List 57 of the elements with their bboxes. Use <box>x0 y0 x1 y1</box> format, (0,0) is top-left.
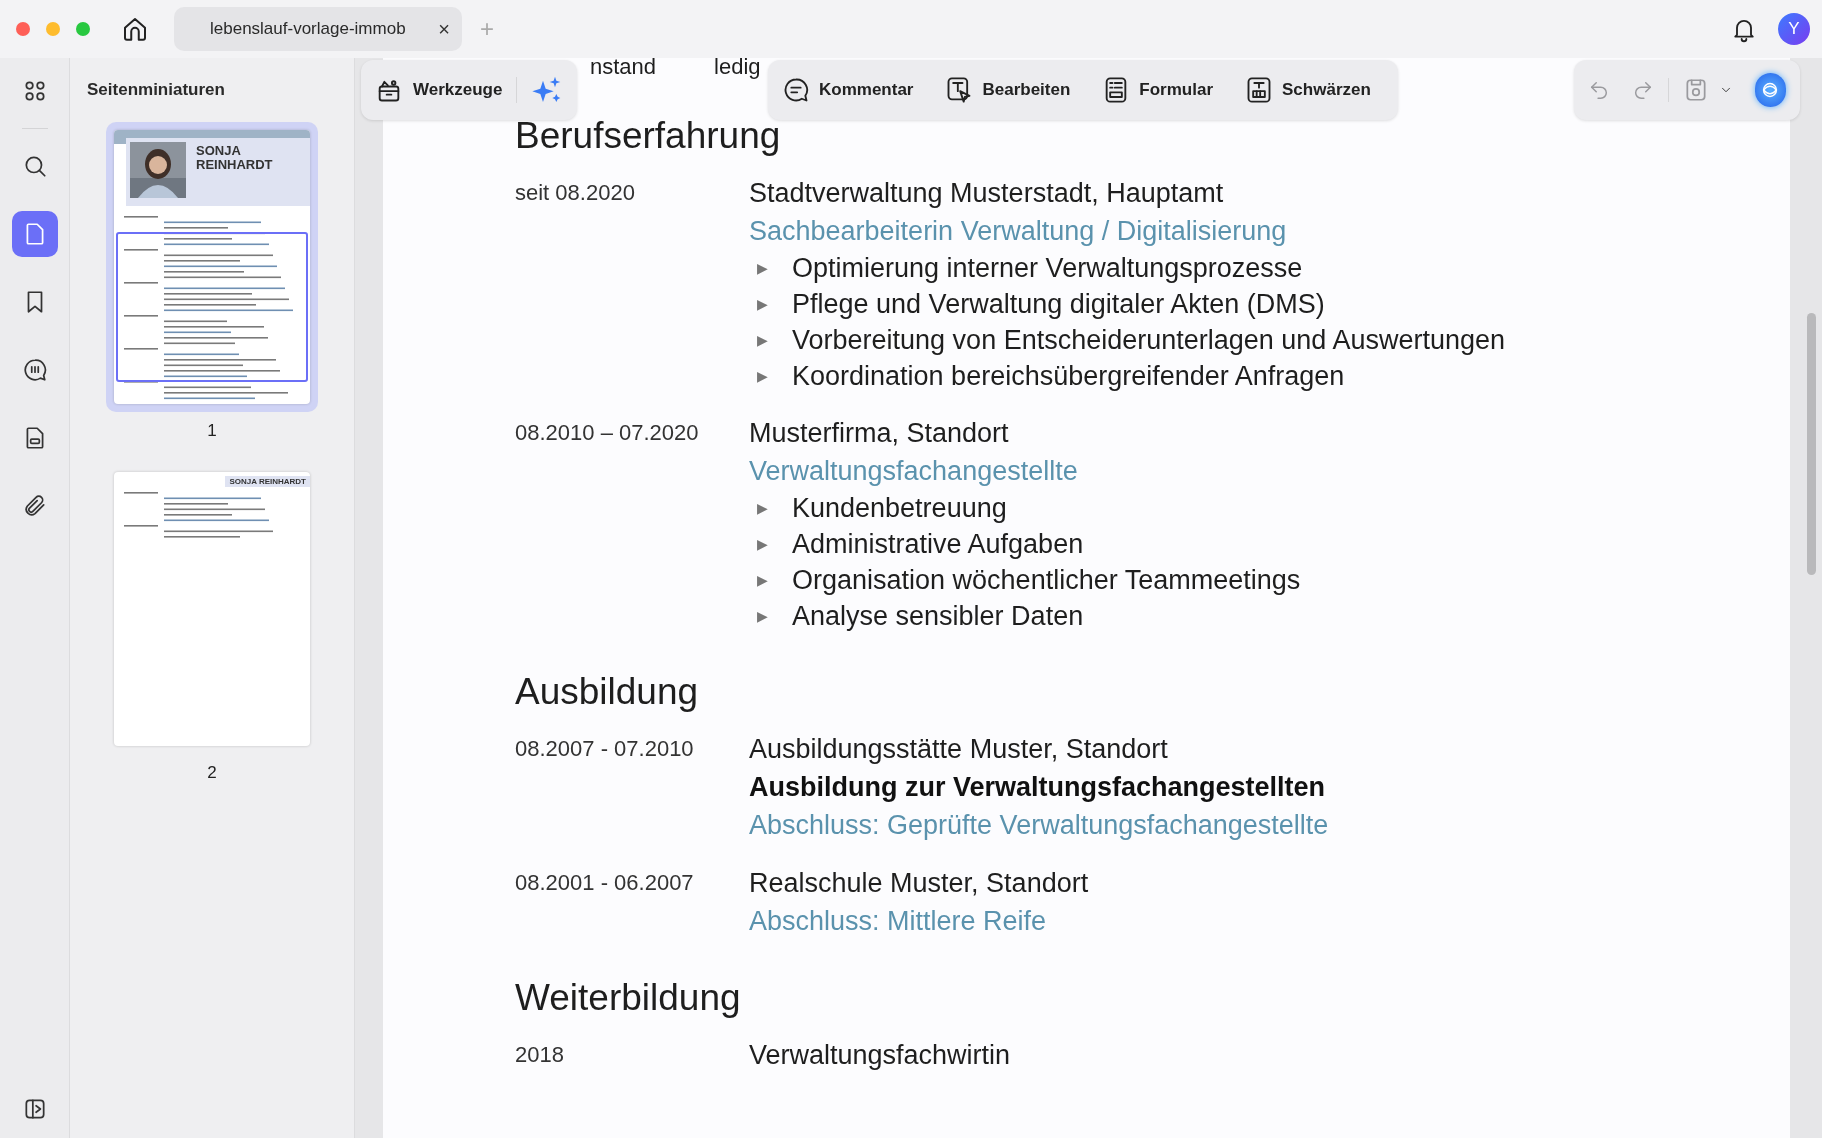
list-item: Optimierung interner Verwaltungsprozesse <box>792 251 1303 285</box>
job-title: Abschluss: Geprüfte Verwaltungsfachangestellte <box>749 809 1329 842</box>
list-item: Koordination bereichsübergreifender Anfragen <box>792 359 1345 393</box>
job-title: Sachbearbeiterin Verwaltung / Digitalisierung <box>749 215 1288 248</box>
field-value: ledig <box>714 58 761 81</box>
bullet-marker: ▶ <box>756 534 769 554</box>
section-heading: Ausbildung <box>515 670 700 714</box>
account-avatar[interactable]: Y <box>1778 13 1810 45</box>
thumbnail-heading: SONJA REINHARDT <box>196 144 274 174</box>
date-label: seit 08.2020 <box>515 180 635 205</box>
comment-icon[interactable] <box>21 357 48 383</box>
list-item: Analyse sensibler Daten <box>792 599 1084 633</box>
document-tab[interactable]: lebenslauf-vorlage-immob × <box>174 7 462 51</box>
comment-icon[interactable] <box>782 76 810 104</box>
viewport-frame[interactable] <box>116 232 308 382</box>
redact-button[interactable]: Schwärzen <box>1245 76 1371 104</box>
organization-name: Realschule Muster, Standort <box>749 867 1089 900</box>
close-button[interactable] <box>16 22 30 36</box>
bullet-marker: ▶ <box>756 366 769 386</box>
organization-name: Ausbildungsstätte Muster, Standort <box>749 733 1169 766</box>
organization-name: Stadtverwaltung Musterstadt, Hauptamt <box>749 177 1225 210</box>
date-label: 08.2007 - 07.2010 <box>515 736 694 761</box>
date-label: 2018 <box>515 1042 564 1067</box>
bullet-marker: ▶ <box>756 294 769 314</box>
edit-button[interactable]: Bearbeiten <box>945 76 1071 104</box>
list-item: Vorbereitung von Entscheiderunterlagen und Auswertungen <box>792 323 1505 357</box>
thumbnail-heading: SONJA REINHARDT <box>225 475 310 487</box>
bullet-marker: ▶ <box>756 570 769 590</box>
organization-name: Musterfirma, Standort <box>749 417 1010 450</box>
bullet-marker: ▶ <box>756 330 769 350</box>
list-item: Pflege und Verwaltung digitaler Akten (DMS) <box>792 287 1325 321</box>
job-title: Verwaltungsfachangestellte <box>749 455 1079 488</box>
form-button[interactable]: Formular <box>1102 76 1214 104</box>
section-heading: Berufserfahrung <box>515 114 782 158</box>
list-item: Kundenbetreuung <box>792 491 1007 525</box>
bullet-marker: ▶ <box>756 606 769 626</box>
close-tab-button[interactable]: × <box>438 14 450 44</box>
bullet-marker: ▶ <box>756 498 769 518</box>
assistant-button[interactable] <box>1754 73 1786 107</box>
panel-title: Seitenminiaturen <box>86 79 226 101</box>
field-label: nstand <box>590 58 657 81</box>
qualification-title: Ausbildung zur Verwaltungsfachangestellten <box>749 771 1327 804</box>
scrollbar-thumb[interactable] <box>1807 313 1816 575</box>
page-tool[interactable] <box>11 211 58 257</box>
page-number: 1 <box>207 420 217 442</box>
section-heading: Weiterbildung <box>515 976 742 1020</box>
job-title: Abschluss: Mittlere Reife <box>749 905 1048 938</box>
date-label: 08.2001 - 06.2007 <box>515 870 694 895</box>
comment-button[interactable]: Kommentar <box>782 76 914 104</box>
list-item: Organisation wöchentlicher Teammeetings <box>792 563 1301 597</box>
bullet-marker: ▶ <box>756 258 769 278</box>
organization-name: Verwaltungsfachwirtin <box>749 1039 1011 1072</box>
page-number: 2 <box>207 761 217 784</box>
tab-title: lebenslauf-vorlage-immob <box>210 18 407 41</box>
date-label: 08.2010 – 07.2020 <box>515 420 699 445</box>
list-item: Administrative Aufgaben <box>792 527 1084 561</box>
tools-button[interactable]: Werkzeuge <box>375 76 503 104</box>
